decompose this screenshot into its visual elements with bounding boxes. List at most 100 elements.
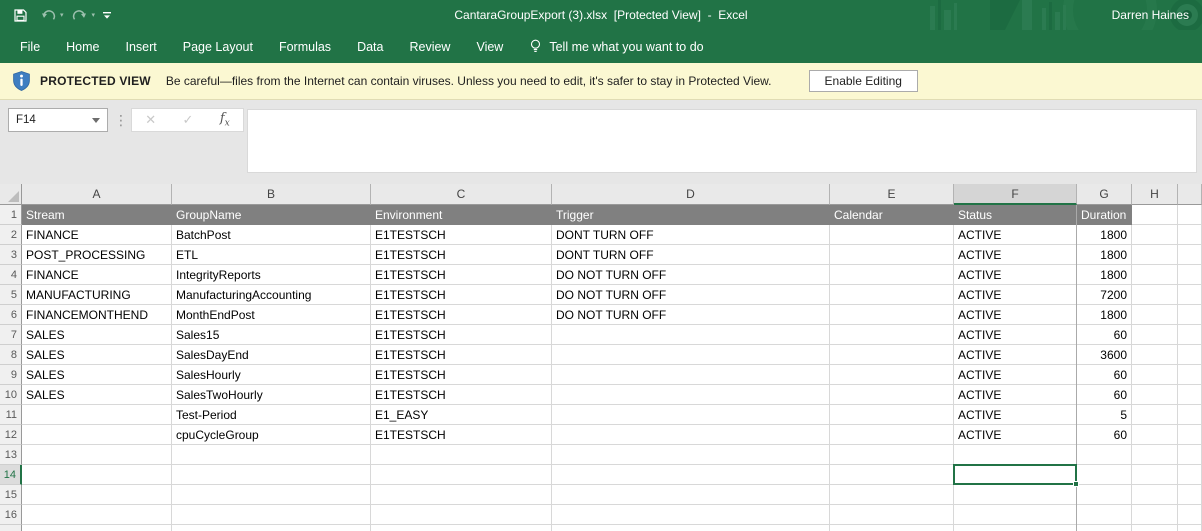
cell-B1[interactable]: GroupName — [172, 205, 371, 225]
cell-B15[interactable] — [172, 485, 371, 505]
row-header[interactable] — [0, 525, 22, 531]
cell-C7[interactable]: E1TESTSCH — [371, 325, 552, 345]
cell-I12[interactable] — [1178, 425, 1202, 445]
row-header-9[interactable]: 9 — [0, 365, 22, 385]
cell-H5[interactable] — [1132, 285, 1178, 305]
cell-I4[interactable] — [1178, 265, 1202, 285]
row-header-2[interactable]: 2 — [0, 225, 22, 245]
cell-B[interactable] — [172, 525, 371, 531]
cell-H6[interactable] — [1132, 305, 1178, 325]
cell-I11[interactable] — [1178, 405, 1202, 425]
ribbon-tab-file[interactable]: File — [7, 30, 53, 63]
cell-F8[interactable]: ACTIVE — [954, 345, 1077, 365]
row-header-11[interactable]: 11 — [0, 405, 22, 425]
cell-F4[interactable]: ACTIVE — [954, 265, 1077, 285]
formula-bar-input[interactable] — [247, 109, 1197, 173]
cell-G7[interactable]: 60 — [1077, 325, 1132, 345]
row-header-4[interactable]: 4 — [0, 265, 22, 285]
cell-H10[interactable] — [1132, 385, 1178, 405]
row-header-15[interactable]: 15 — [0, 485, 22, 505]
cell-D[interactable] — [552, 525, 830, 531]
ribbon-tab-formulas[interactable]: Formulas — [266, 30, 344, 63]
cell-A5[interactable]: MANUFACTURING — [22, 285, 172, 305]
cell-F13[interactable] — [954, 445, 1077, 465]
cell-D12[interactable] — [552, 425, 830, 445]
account-name[interactable]: Darren Haines — [1112, 0, 1189, 30]
cell-C3[interactable]: E1TESTSCH — [371, 245, 552, 265]
cell-B4[interactable]: IntegrityReports — [172, 265, 371, 285]
ribbon-tab-view[interactable]: View — [463, 30, 516, 63]
cell-D14[interactable] — [552, 465, 830, 485]
cell-F2[interactable]: ACTIVE — [954, 225, 1077, 245]
cell-A12[interactable] — [22, 425, 172, 445]
cell-E5[interactable] — [830, 285, 954, 305]
cell-B2[interactable]: BatchPost — [172, 225, 371, 245]
cell-D8[interactable] — [552, 345, 830, 365]
cell-I8[interactable] — [1178, 345, 1202, 365]
cell-F15[interactable] — [954, 485, 1077, 505]
cell-G1[interactable]: Duration — [1077, 205, 1132, 225]
cell-B13[interactable] — [172, 445, 371, 465]
cell-D3[interactable]: DONT TURN OFF — [552, 245, 830, 265]
cell-I7[interactable] — [1178, 325, 1202, 345]
cell-B3[interactable]: ETL — [172, 245, 371, 265]
cell-A10[interactable]: SALES — [22, 385, 172, 405]
qat-customize-button[interactable] — [99, 4, 115, 26]
cell-H1[interactable] — [1132, 205, 1178, 225]
cell-B12[interactable]: cpuCycleGroup — [172, 425, 371, 445]
cell-B5[interactable]: ManufacturingAccounting — [172, 285, 371, 305]
cell-E12[interactable] — [830, 425, 954, 445]
cell-H11[interactable] — [1132, 405, 1178, 425]
cell-F1[interactable]: Status — [954, 205, 1077, 225]
cell-D5[interactable]: DO NOT TURN OFF — [552, 285, 830, 305]
cell-E2[interactable] — [830, 225, 954, 245]
cell-D4[interactable]: DO NOT TURN OFF — [552, 265, 830, 285]
cell-A9[interactable]: SALES — [22, 365, 172, 385]
column-header-D[interactable]: D — [552, 184, 830, 205]
cell-E16[interactable] — [830, 505, 954, 525]
cell-G3[interactable]: 1800 — [1077, 245, 1132, 265]
cell-C10[interactable]: E1TESTSCH — [371, 385, 552, 405]
row-header-8[interactable]: 8 — [0, 345, 22, 365]
cell-I5[interactable] — [1178, 285, 1202, 305]
cell-C2[interactable]: E1TESTSCH — [371, 225, 552, 245]
cell-B9[interactable]: SalesHourly — [172, 365, 371, 385]
cell-E4[interactable] — [830, 265, 954, 285]
row-header-6[interactable]: 6 — [0, 305, 22, 325]
cell-I9[interactable] — [1178, 365, 1202, 385]
cell-A11[interactable] — [22, 405, 172, 425]
cell-E14[interactable] — [830, 465, 954, 485]
cell-B16[interactable] — [172, 505, 371, 525]
cell-A[interactable] — [22, 525, 172, 531]
column-header-E[interactable]: E — [830, 184, 954, 205]
cell-I15[interactable] — [1178, 485, 1202, 505]
name-box-resize-handle[interactable]: ⋮ — [114, 109, 128, 131]
row-header-7[interactable]: 7 — [0, 325, 22, 345]
cell-I13[interactable] — [1178, 445, 1202, 465]
row-header-13[interactable]: 13 — [0, 445, 22, 465]
cell-A16[interactable] — [22, 505, 172, 525]
ribbon-tab-data[interactable]: Data — [344, 30, 396, 63]
cell-G6[interactable]: 1800 — [1077, 305, 1132, 325]
column-header-G[interactable]: G — [1077, 184, 1132, 205]
cell-I2[interactable] — [1178, 225, 1202, 245]
cell-H[interactable] — [1132, 525, 1178, 531]
cell-A3[interactable]: POST_PROCESSING — [22, 245, 172, 265]
cell-G8[interactable]: 3600 — [1077, 345, 1132, 365]
cell-B6[interactable]: MonthEndPost — [172, 305, 371, 325]
cell-B10[interactable]: SalesTwoHourly — [172, 385, 371, 405]
cell-A8[interactable]: SALES — [22, 345, 172, 365]
chevron-down-icon[interactable] — [92, 118, 100, 123]
cell-G14[interactable] — [1077, 465, 1132, 485]
ribbon-tab-page-layout[interactable]: Page Layout — [170, 30, 266, 63]
cell-G9[interactable]: 60 — [1077, 365, 1132, 385]
cell-C16[interactable] — [371, 505, 552, 525]
cell-E1[interactable]: Calendar — [830, 205, 954, 225]
row-header-10[interactable]: 10 — [0, 385, 22, 405]
cell-E11[interactable] — [830, 405, 954, 425]
name-box[interactable]: F14 — [8, 108, 108, 132]
cell-G[interactable] — [1077, 525, 1132, 531]
column-header-H[interactable]: H — [1132, 184, 1178, 205]
cell-A15[interactable] — [22, 485, 172, 505]
cell-A2[interactable]: FINANCE — [22, 225, 172, 245]
